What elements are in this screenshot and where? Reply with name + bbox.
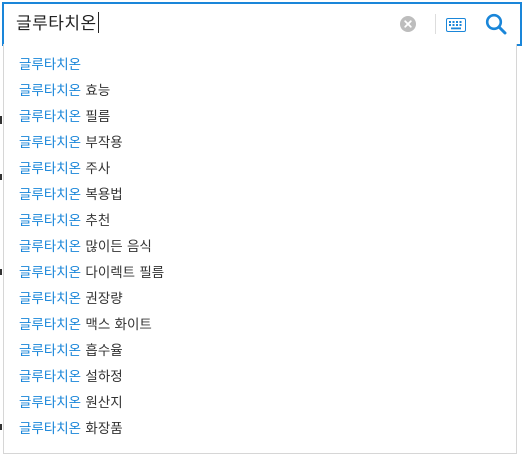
suggestion-keyword: 글루타치온: [19, 291, 82, 307]
suggestion-keyword: 글루타치온: [19, 369, 82, 385]
suggestion-rest: 필름: [85, 109, 111, 125]
suggestion-item[interactable]: 글루타치온 추천: [4, 208, 516, 234]
suggestion-item[interactable]: 글루타치온 권장량: [4, 286, 516, 312]
autocomplete-dropdown: 글루타치온 글루타치온 효능 글루타치온 필름 글루타치온 부작용 글루타치온 …: [3, 44, 517, 454]
suggestion-item[interactable]: 글루타치온 맥스 화이트: [4, 312, 516, 338]
suggestion-keyword: 글루타치온: [19, 109, 82, 125]
suggestion-keyword: 글루타치온: [19, 83, 82, 99]
suggestion-rest: 다이렉트 필름: [85, 265, 165, 281]
keyboard-button[interactable]: [446, 17, 466, 32]
suggestion-item[interactable]: 글루타치온 부작용: [4, 130, 516, 156]
suggestion-item[interactable]: 글루타치온 화장품: [4, 416, 516, 442]
suggestion-rest: 복용법: [85, 187, 123, 203]
suggestion-rest: 설하정: [85, 369, 123, 385]
suggestion-keyword: 글루타치온: [19, 239, 82, 255]
clear-circle-icon: [400, 16, 416, 32]
suggestion-rest: 권장량: [85, 291, 123, 307]
suggestion-item[interactable]: 글루타치온 흡수율: [4, 338, 516, 364]
suggestion-rest: 화장품: [85, 421, 123, 437]
suggestion-item[interactable]: 글루타치온 효능: [4, 78, 516, 104]
suggestion-rest: 추천: [85, 213, 111, 229]
suggestion-rest: 맥스 화이트: [85, 317, 152, 333]
magnifier-icon: [485, 13, 507, 35]
suggestion-rest: 원산지: [85, 395, 123, 411]
suggestion-rest: 효능: [85, 83, 111, 99]
suggestion-item[interactable]: 글루타치온: [4, 52, 516, 78]
suggestion-keyword: 글루타치온: [19, 395, 82, 411]
suggestion-keyword: 글루타치온: [19, 187, 82, 203]
search-bar: 글루타치온: [2, 2, 522, 46]
suggestion-rest: 부작용: [85, 135, 123, 151]
toolbar-divider: [435, 14, 436, 34]
search-input[interactable]: 글루타치온: [16, 4, 99, 44]
suggestion-item[interactable]: 글루타치온 복용법: [4, 182, 516, 208]
search-query-text: 글루타치온: [16, 14, 97, 34]
keyboard-icon: [446, 18, 466, 32]
suggestion-rest: 많이든 음식: [85, 239, 152, 255]
suggestion-item[interactable]: 글루타치온 주사: [4, 156, 516, 182]
suggestion-keyword: 글루타치온: [19, 343, 82, 359]
suggestion-item[interactable]: 글루타치온 많이든 음식: [4, 234, 516, 260]
suggestion-rest: 주사: [85, 161, 111, 177]
suggestion-item[interactable]: 글루타치온 필름: [4, 104, 516, 130]
suggestion-item[interactable]: 글루타치온 다이렉트 필름: [4, 260, 516, 286]
suggestion-keyword: 글루타치온: [19, 421, 82, 437]
suggestion-keyword: 글루타치온: [19, 57, 82, 73]
text-caret: [97, 11, 99, 33]
search-button[interactable]: [485, 13, 507, 35]
suggestion-item[interactable]: 글루타치온 원산지: [4, 390, 516, 416]
suggestion-keyword: 글루타치온: [19, 161, 82, 177]
suggestion-keyword: 글루타치온: [19, 265, 82, 281]
suggestion-keyword: 글루타치온: [19, 213, 82, 229]
suggestion-item[interactable]: 글루타치온 설하정: [4, 364, 516, 390]
suggestion-keyword: 글루타치온: [19, 317, 82, 333]
search-page: 글루타치온 글루타치온 글루타치온 효능 글루타치온 필름 글루타치온 부작용 …: [0, 0, 522, 456]
suggestion-list: 글루타치온 글루타치온 효능 글루타치온 필름 글루타치온 부작용 글루타치온 …: [4, 52, 516, 442]
clear-search-button[interactable]: [400, 16, 416, 32]
suggestion-keyword: 글루타치온: [19, 135, 82, 151]
suggestion-rest: 흡수율: [85, 343, 123, 359]
